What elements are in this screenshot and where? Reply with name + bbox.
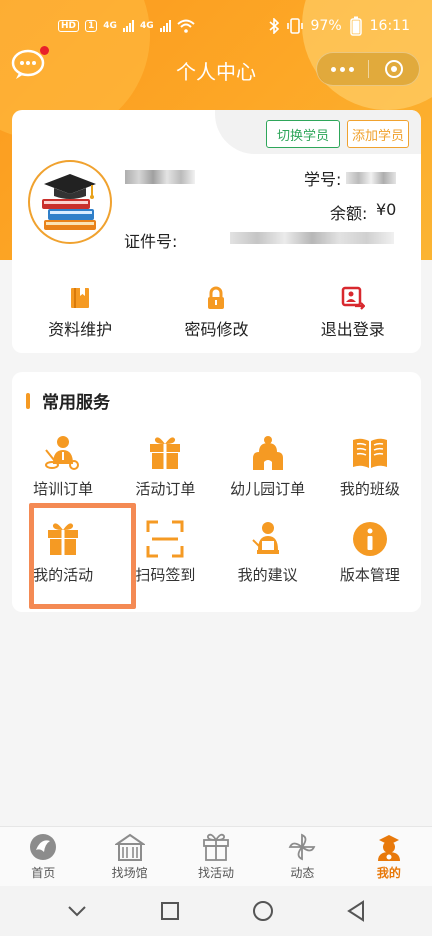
- suggestion-icon: [251, 522, 279, 554]
- service-label: 幼儿园订单: [230, 480, 306, 498]
- clock: 16:11: [369, 18, 410, 34]
- service-my-suggestions[interactable]: 我的建议: [217, 510, 319, 596]
- signal-icon: [159, 20, 171, 32]
- tab-activities[interactable]: 找活动: [173, 827, 259, 886]
- student-no-redacted: [346, 172, 396, 184]
- service-label: 我的建议: [237, 566, 298, 584]
- logout-button[interactable]: 退出登录: [285, 286, 421, 340]
- network-type-2: 4G: [139, 21, 154, 31]
- unread-dot: [40, 46, 49, 55]
- service-label: 扫码签到: [135, 566, 196, 584]
- bluetooth-icon: [268, 18, 279, 34]
- services-title: 常用服务: [42, 393, 110, 413]
- tab-bar: 首页 找场馆 找活动 动态 我的: [0, 826, 432, 886]
- battery-icon: [349, 16, 362, 36]
- scan-icon: [146, 520, 184, 558]
- circle-home-icon[interactable]: [252, 900, 274, 922]
- book-open-icon: [352, 438, 387, 468]
- student-no-label: 学号:: [304, 170, 342, 189]
- tab-venues[interactable]: 找场馆: [86, 827, 172, 886]
- services-header: 常用服务: [26, 388, 110, 413]
- service-label: 我的班级: [339, 480, 400, 498]
- service-label: 活动订单: [135, 480, 196, 498]
- venue-icon: [114, 833, 145, 861]
- teacher-icon: [45, 436, 80, 470]
- more-button[interactable]: [317, 66, 368, 72]
- profile-actions: 资料维护 密码修改 退出登录: [12, 286, 421, 340]
- miniprogram-capsule: [316, 52, 420, 86]
- student-name-redacted: [125, 170, 195, 184]
- profile-book-icon: [71, 288, 90, 308]
- tab-label: 找活动: [198, 866, 235, 880]
- vibrate-icon: [286, 18, 303, 34]
- status-bar: HD 1 4G 4G 97% 16:11: [0, 0, 432, 52]
- tab-home[interactable]: 首页: [0, 827, 86, 886]
- tab-feed[interactable]: 动态: [259, 827, 345, 886]
- logout-label: 退出登录: [320, 320, 385, 339]
- tab-label: 我的: [376, 866, 401, 880]
- wifi-icon: [176, 19, 195, 33]
- battery-percent: 97%: [310, 18, 342, 34]
- school-icon: [252, 436, 283, 470]
- add-student-button[interactable]: 添加学员: [347, 120, 409, 148]
- profile-maintain-button[interactable]: 资料维护: [12, 286, 148, 340]
- close-button[interactable]: [369, 60, 420, 78]
- avatar[interactable]: [28, 160, 112, 244]
- tab-me[interactable]: 我的: [346, 827, 432, 886]
- pinwheel-icon: [289, 833, 316, 861]
- service-label: 版本管理: [339, 566, 400, 584]
- service-version-management[interactable]: 版本管理: [319, 510, 421, 596]
- profile-card: 切换学员 添加学员 学号: 余额: ¥0 证件号: 资料维护 密码修改 退出登录: [12, 110, 421, 353]
- lock-icon: [208, 286, 225, 309]
- id-label: 证件号:: [124, 232, 178, 251]
- home-icon: [30, 834, 57, 860]
- password-change-label: 密码修改: [184, 320, 249, 339]
- gift-icon: [203, 833, 229, 861]
- navbar: 个人中心: [0, 46, 432, 92]
- balance-value: ¥0: [376, 200, 397, 219]
- signal-icon: [122, 20, 134, 32]
- balance-label: 余额:: [330, 204, 368, 223]
- profile-maintain-label: 资料维护: [48, 320, 113, 339]
- password-change-button[interactable]: 密码修改: [148, 286, 284, 340]
- highlight-box: [29, 503, 136, 609]
- square-recent-icon[interactable]: [160, 901, 180, 921]
- me-icon: [377, 835, 400, 861]
- service-label: 培训订单: [33, 480, 94, 498]
- title-accent-bar: [26, 392, 30, 409]
- sim-badge: 1: [85, 20, 98, 32]
- logout-icon: [341, 286, 365, 310]
- id-number-redacted: [230, 232, 394, 244]
- system-navigation-bar: [0, 886, 432, 936]
- triangle-back-icon[interactable]: [346, 900, 366, 922]
- chevron-down-icon[interactable]: [66, 904, 88, 918]
- tab-label: 动态: [290, 866, 315, 880]
- service-kindergarten-orders[interactable]: 幼儿园订单: [217, 424, 319, 510]
- network-type-1: 4G: [103, 21, 117, 31]
- service-training-orders[interactable]: 培训订单: [12, 424, 114, 510]
- service-activity-orders[interactable]: 活动订单: [114, 424, 216, 510]
- info-icon: [352, 522, 387, 556]
- tab-label: 找场馆: [111, 866, 148, 880]
- switch-student-button[interactable]: 切换学员: [266, 120, 340, 148]
- gift-icon: [150, 437, 181, 469]
- hd-badge: HD: [58, 20, 80, 32]
- service-my-class[interactable]: 我的班级: [319, 424, 421, 510]
- graduation-books-icon: [42, 174, 96, 230]
- tab-label: 首页: [31, 866, 56, 880]
